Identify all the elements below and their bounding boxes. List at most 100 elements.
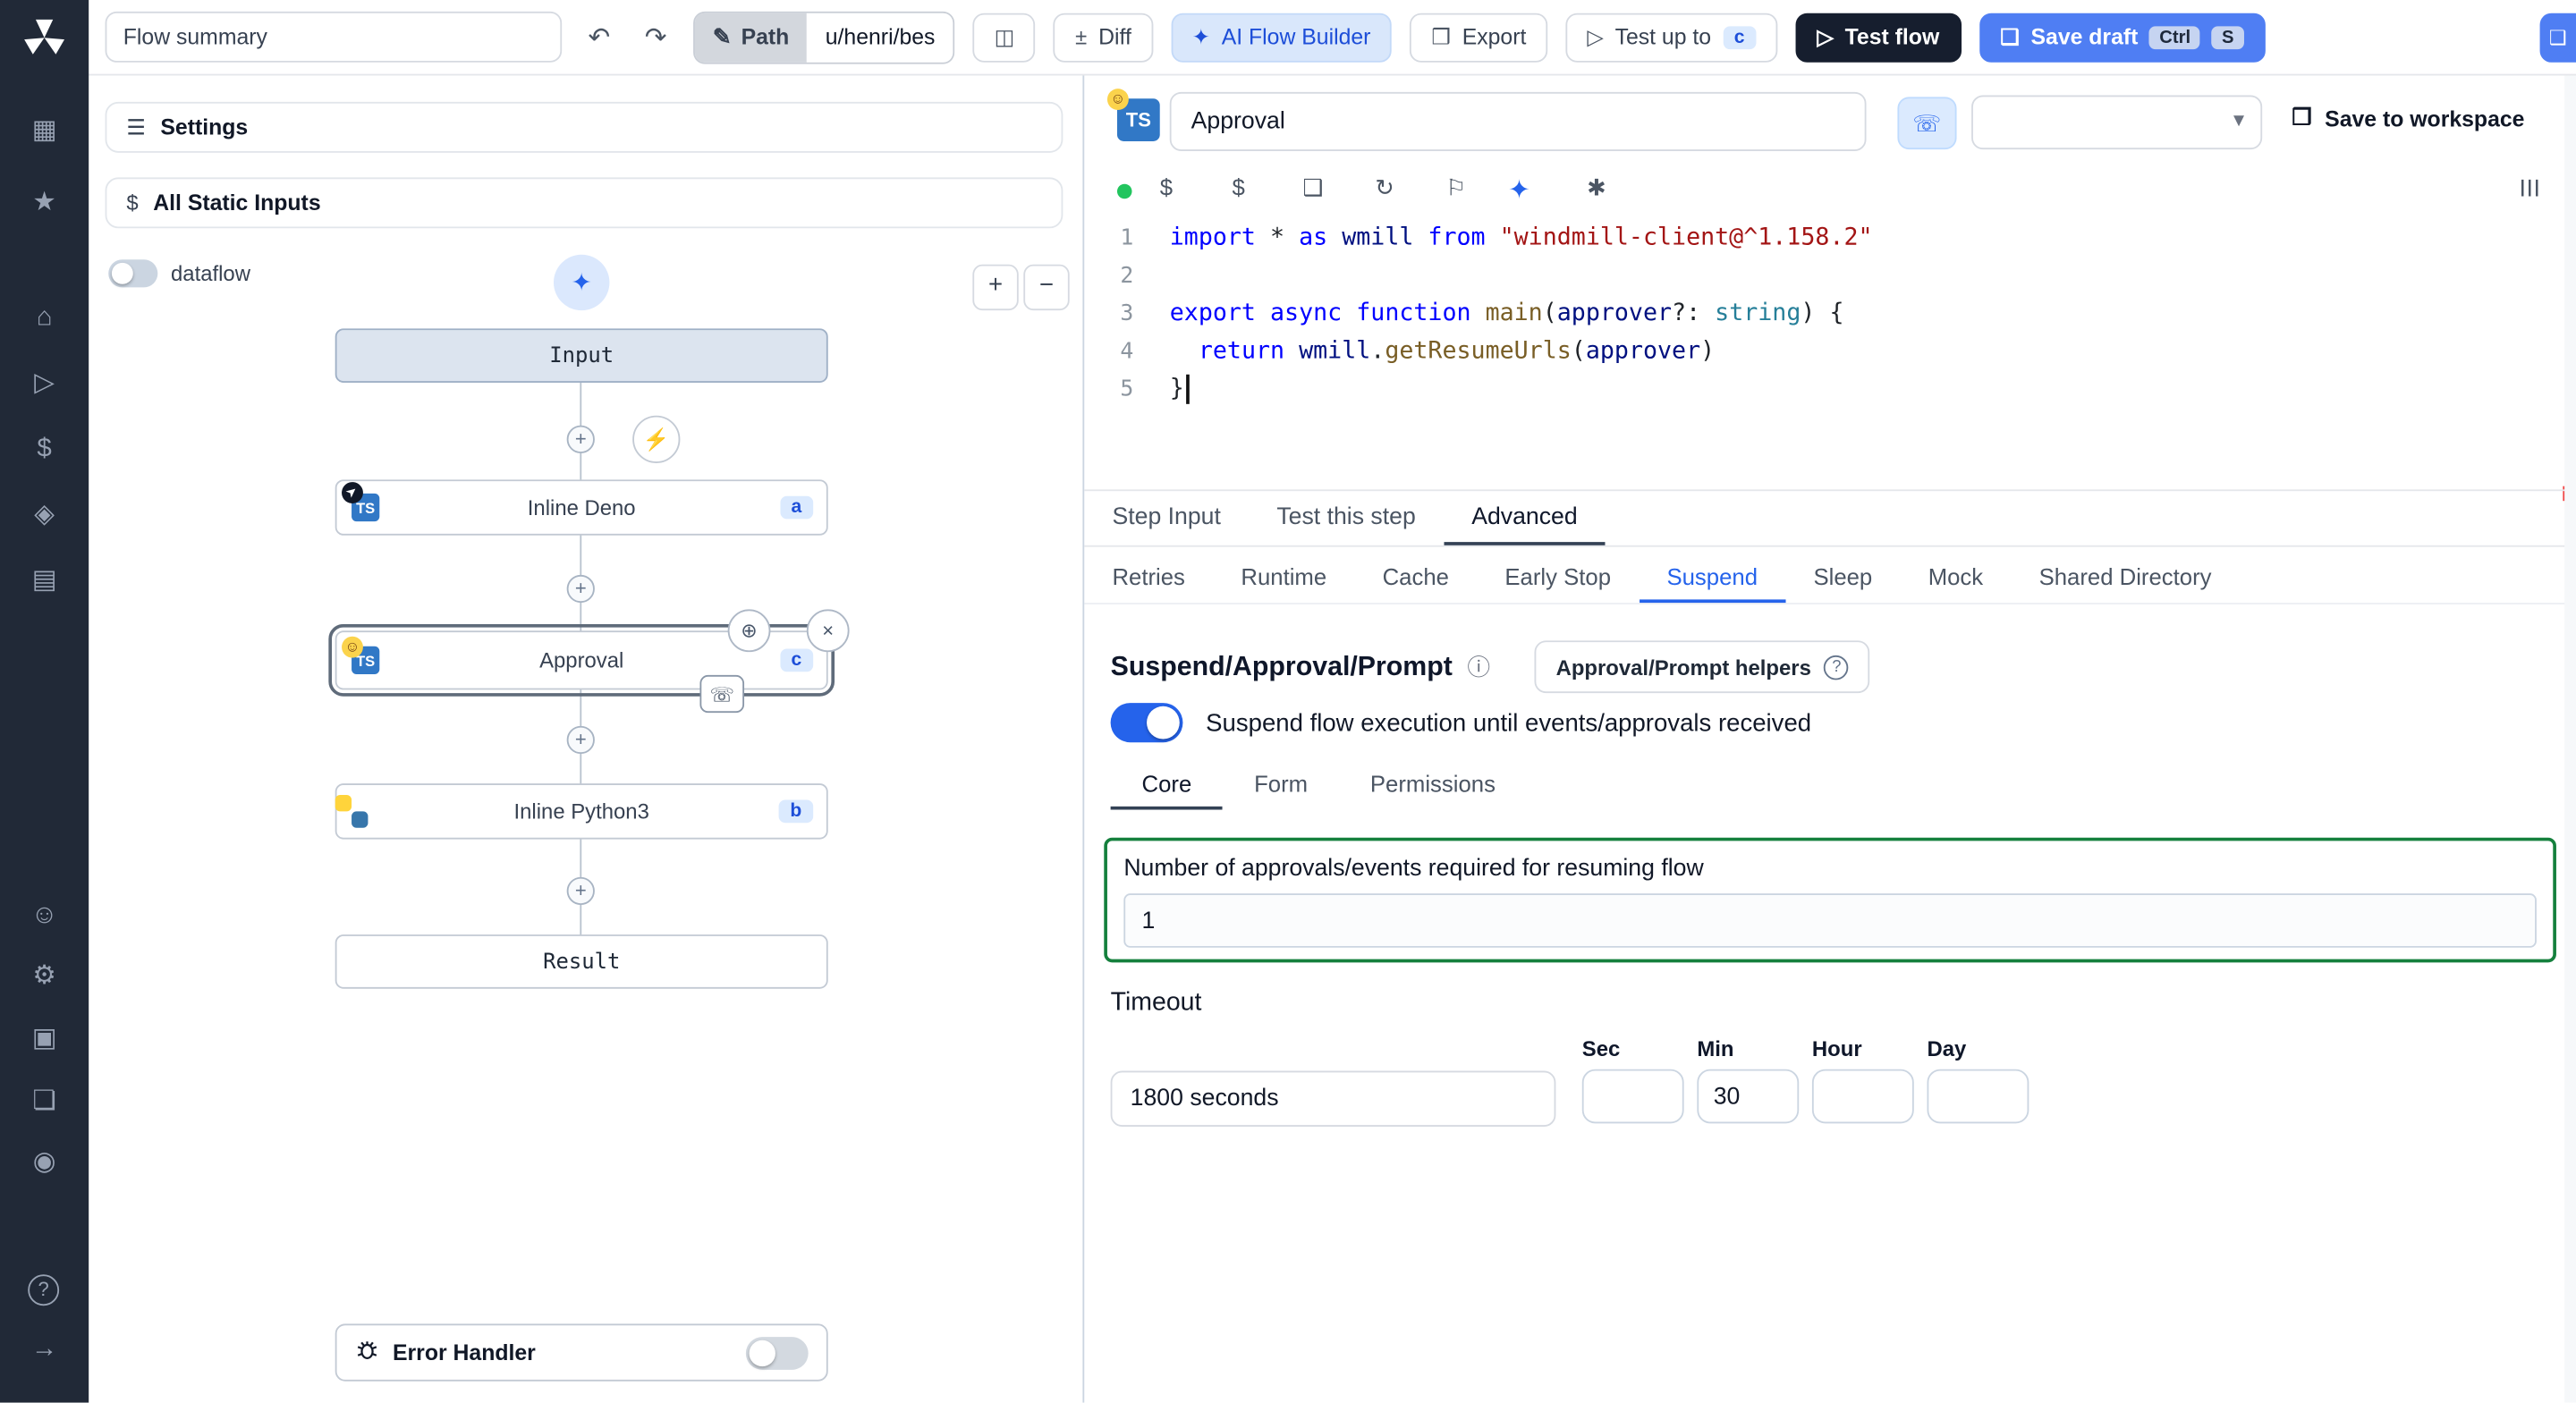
- tab-core[interactable]: Core: [1110, 760, 1224, 810]
- info-icon[interactable]: ⓘ: [1467, 650, 1490, 683]
- tab-runtime[interactable]: Runtime: [1213, 548, 1354, 603]
- help-icon[interactable]: ?: [28, 1274, 60, 1306]
- schedules-icon[interactable]: ▤: [0, 565, 89, 598]
- user-icon[interactable]: ☺: [0, 900, 89, 934]
- path-button[interactable]: ✎ Path u/henri/bes: [692, 10, 955, 63]
- dataflow-toggle[interactable]: [108, 259, 158, 288]
- refresh-icon[interactable]: ↻: [1375, 174, 1394, 202]
- ai-wand-button[interactable]: ✦: [553, 254, 610, 311]
- sparkles-icon[interactable]: ✱: [1587, 174, 1606, 202]
- diff-button[interactable]: ± Diff: [1054, 12, 1153, 62]
- approvals-required-field: Number of approvals/events required for …: [1104, 837, 2556, 963]
- typescript-icon: TS ➤: [337, 478, 380, 522]
- audit-eye-icon[interactable]: ◉: [0, 1146, 89, 1179]
- min-input[interactable]: [1697, 1069, 1800, 1124]
- tab-early-stop[interactable]: Early Stop: [1477, 548, 1639, 603]
- tab-form[interactable]: Form: [1223, 760, 1339, 809]
- timeout-summary-input[interactable]: [1110, 1070, 1556, 1127]
- resources-icon[interactable]: ◈: [0, 499, 89, 532]
- ai-flow-builder-button[interactable]: ✦ AI Flow Builder: [1170, 12, 1393, 62]
- export-button[interactable]: ❒ Export: [1410, 12, 1548, 62]
- test-up-to-button[interactable]: ▷ Test up to c: [1565, 12, 1778, 62]
- tab-mock[interactable]: Mock: [1900, 548, 2011, 603]
- node-result[interactable]: Result: [335, 934, 828, 989]
- suspend-toggle[interactable]: [1110, 703, 1183, 743]
- play-icon: ▷: [1587, 23, 1604, 49]
- favorites-icon[interactable]: ★: [0, 187, 89, 220]
- tab-retries[interactable]: Retries: [1084, 548, 1213, 603]
- node-inline-python3[interactable]: Inline Python3 b: [335, 783, 828, 840]
- approvals-required-input[interactable]: [1123, 893, 2537, 948]
- code-line[interactable]: 1 import * as wmill from "windmill-client…: [1084, 220, 2576, 258]
- code-line[interactable]: 3 export async function main(approver?: s…: [1084, 296, 2576, 334]
- tab-advanced[interactable]: Advanced: [1443, 491, 1606, 545]
- docs-button[interactable]: ◫: [972, 12, 1037, 62]
- trigger-button[interactable]: ⚡: [632, 415, 681, 463]
- settings-row[interactable]: ☰ Settings: [105, 101, 1063, 153]
- approval-prompt-helpers-button[interactable]: Approval/Prompt helpers ?: [1534, 640, 1870, 694]
- delete-step-button[interactable]: ×: [806, 609, 850, 653]
- add-step-button[interactable]: +: [566, 725, 595, 755]
- tab-permissions[interactable]: Permissions: [1339, 760, 1527, 809]
- move-step-button[interactable]: ⊕: [727, 609, 771, 653]
- hour-input[interactable]: [1811, 1069, 1914, 1124]
- node-inline-deno[interactable]: TS ➤ Inline Deno a: [335, 478, 828, 536]
- scrollbar[interactable]: [2564, 75, 2576, 1403]
- redo-icon[interactable]: ↷: [637, 21, 675, 54]
- save-draft-button[interactable]: ❑ Save draft Ctrl S: [1979, 12, 2266, 62]
- apps-icon[interactable]: ▦: [0, 115, 89, 148]
- undo-icon[interactable]: ↶: [580, 21, 618, 54]
- line-number: 1: [1120, 224, 1134, 252]
- folders-icon[interactable]: ❏: [0, 1086, 89, 1119]
- workers-icon[interactable]: ▣: [0, 1023, 89, 1056]
- editor-toolbar: $ $ ❑ ↻ ⚐ ✦ ✱ ☰: [1084, 165, 2576, 217]
- windmill-logo-icon[interactable]: [21, 15, 67, 70]
- flow-summary-input[interactable]: [105, 11, 563, 63]
- suspend-indicator-icon[interactable]: ☏: [699, 674, 745, 714]
- outline-icon[interactable]: ☰: [2515, 178, 2543, 199]
- export-icon: ❒: [1431, 23, 1451, 49]
- tab-cache[interactable]: Cache: [1354, 548, 1477, 603]
- approval-phone-button[interactable]: ☏: [1897, 97, 1957, 150]
- code-line[interactable]: 5}: [1084, 371, 2576, 409]
- code-line[interactable]: 4 return wmill.getResumeUrls(approver): [1084, 334, 2576, 371]
- runs-icon[interactable]: ▷: [0, 368, 89, 401]
- variables-icon[interactable]: $: [0, 434, 89, 467]
- package-icon[interactable]: ❑: [1303, 174, 1324, 202]
- code-editor[interactable]: 1 import * as wmill from "windmill-client…: [1084, 220, 2576, 502]
- static-inputs-row[interactable]: $ All Static Inputs: [105, 177, 1063, 229]
- code-line[interactable]: 2: [1084, 258, 2576, 295]
- tab-shared-directory[interactable]: Shared Directory: [2011, 548, 2239, 603]
- day-input[interactable]: [1927, 1069, 2029, 1124]
- home-icon[interactable]: ⌂: [0, 302, 89, 335]
- step-title-input[interactable]: [1169, 91, 1867, 151]
- sec-input[interactable]: [1581, 1069, 1684, 1124]
- ai-wand-icon[interactable]: ✦: [1508, 174, 1530, 207]
- path-value: u/henri/bes: [807, 12, 953, 62]
- step-editor-panel: TS ☺ ☏ ▾ ❒ Save to workspace $ $ ❑ ↻ ⚐ ✦…: [1084, 75, 2576, 1403]
- error-handler-row[interactable]: Error Handler: [335, 1323, 828, 1382]
- tab-test-this-step[interactable]: Test this step: [1249, 491, 1444, 545]
- zoom-in-button[interactable]: +: [972, 264, 1019, 311]
- add-step-button[interactable]: +: [566, 425, 595, 453]
- test-flow-button[interactable]: ▷ Test flow: [1795, 12, 1962, 62]
- text-caret: [1186, 374, 1189, 404]
- node-input[interactable]: Input: [335, 328, 828, 383]
- tag-icon[interactable]: ⚐: [1445, 174, 1466, 202]
- error-handler-toggle[interactable]: [745, 1336, 809, 1369]
- zoom-out-button[interactable]: −: [1023, 264, 1070, 311]
- play-icon: ▷: [1817, 23, 1834, 49]
- tab-sleep[interactable]: Sleep: [1785, 548, 1900, 603]
- script-version-select[interactable]: ▾: [1971, 95, 2263, 150]
- save-to-workspace-button[interactable]: ❒ Save to workspace: [2292, 106, 2524, 131]
- dollar-icon[interactable]: $: [1160, 174, 1173, 200]
- deploy-button[interactable]: ❑: [2539, 13, 2576, 63]
- collapse-sidebar-icon[interactable]: →: [0, 1333, 89, 1366]
- dollar-icon[interactable]: $: [1233, 174, 1245, 200]
- tab-step-input[interactable]: Step Input: [1084, 491, 1249, 545]
- settings-icon[interactable]: ⚙: [0, 960, 89, 993]
- add-step-button[interactable]: +: [566, 876, 595, 906]
- smiley-badge-icon: ☺: [1106, 89, 1129, 111]
- add-step-button[interactable]: +: [566, 574, 595, 604]
- tab-suspend[interactable]: Suspend: [1639, 548, 1786, 604]
